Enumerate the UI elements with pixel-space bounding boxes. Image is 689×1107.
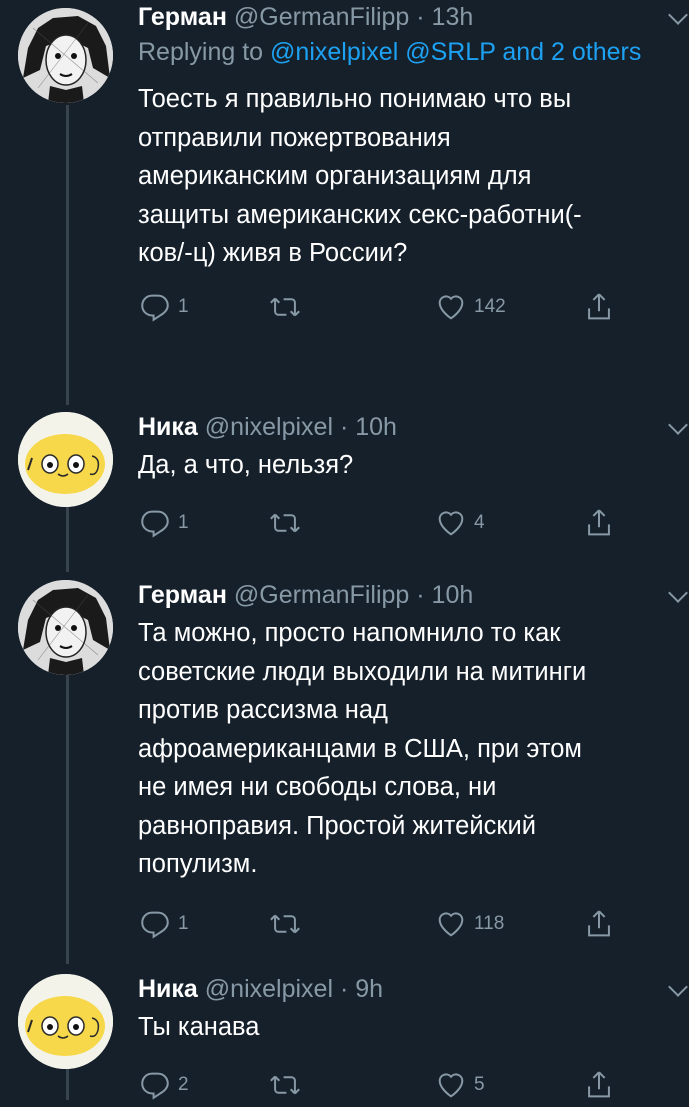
share-button[interactable] bbox=[582, 1067, 616, 1103]
retweet-icon bbox=[270, 297, 300, 316]
user-handle[interactable]: @nixelpixel bbox=[205, 975, 333, 1003]
retweet-icon bbox=[270, 914, 300, 933]
reply-count: 1 bbox=[178, 912, 189, 934]
reply-button[interactable]: 1 bbox=[138, 505, 189, 541]
reply-icon bbox=[141, 911, 169, 939]
heart-icon bbox=[438, 294, 464, 320]
reply-button[interactable]: 2 bbox=[138, 1067, 189, 1103]
tweet-header: Герман @GermanFilipp · 13h bbox=[138, 2, 681, 32]
avatar[interactable] bbox=[18, 412, 113, 507]
avatar[interactable] bbox=[18, 8, 113, 103]
like-button[interactable]: 5 bbox=[434, 1067, 485, 1103]
like-count: 5 bbox=[474, 1073, 485, 1095]
reply-icon bbox=[141, 294, 169, 322]
thread-line bbox=[66, 105, 69, 405]
like-button[interactable]: 118 bbox=[434, 906, 504, 942]
tweet-actions: 1 118 bbox=[138, 906, 681, 946]
tweet-text: Тоесть я правильно понимаю что вы отправ… bbox=[138, 85, 582, 267]
thread-line bbox=[66, 666, 69, 964]
display-name[interactable]: Ника bbox=[138, 413, 198, 441]
share-icon bbox=[588, 293, 610, 319]
like-count: 142 bbox=[474, 295, 506, 317]
user-handle[interactable]: @GermanFilipp bbox=[234, 581, 409, 609]
tweet-header: Ника @nixelpixel · 9h bbox=[138, 974, 681, 1004]
share-icon bbox=[588, 509, 610, 535]
share-button[interactable] bbox=[582, 505, 616, 541]
replying-to-label: Replying to bbox=[138, 38, 271, 66]
retweet-button[interactable] bbox=[268, 505, 302, 541]
display-name[interactable]: Герман bbox=[138, 581, 227, 609]
user-handle[interactable]: @nixelpixel bbox=[205, 413, 333, 441]
share-icon bbox=[588, 910, 610, 936]
heart-icon bbox=[438, 510, 464, 536]
reply-count: 2 bbox=[178, 1073, 189, 1095]
retweet-button[interactable] bbox=[268, 1067, 302, 1103]
like-count: 4 bbox=[474, 511, 485, 533]
retweet-button[interactable] bbox=[268, 906, 302, 942]
retweet-icon bbox=[270, 513, 300, 532]
display-name[interactable]: Ника bbox=[138, 975, 198, 1003]
replying-to-users-link[interactable]: @nixelpixel @SRLP and 2 others bbox=[270, 38, 641, 66]
tweet-actions: 2 5 bbox=[138, 1067, 681, 1107]
reply-button[interactable]: 1 bbox=[138, 289, 189, 325]
heart-icon bbox=[438, 1072, 464, 1098]
avatar[interactable] bbox=[18, 580, 113, 675]
tweet-text: Ты канава bbox=[138, 1013, 260, 1041]
tweet-header: Ника @nixelpixel · 10h bbox=[138, 412, 681, 442]
reply-count: 1 bbox=[178, 295, 189, 317]
user-handle[interactable]: @GermanFilipp bbox=[234, 3, 409, 31]
reply-button[interactable]: 1 bbox=[138, 906, 189, 942]
timestamp[interactable]: · 13h bbox=[416, 3, 473, 31]
tweet-text: Та можно, просто напомнило то как советс… bbox=[138, 619, 587, 878]
like-count: 118 bbox=[474, 912, 505, 934]
reply-icon bbox=[141, 510, 169, 538]
like-button[interactable]: 4 bbox=[434, 505, 485, 541]
share-button[interactable] bbox=[582, 289, 616, 325]
timestamp[interactable]: · 10h bbox=[416, 581, 473, 609]
timestamp[interactable]: · 10h bbox=[340, 413, 397, 441]
share-icon bbox=[588, 1071, 610, 1097]
heart-icon bbox=[438, 911, 464, 937]
retweet-button[interactable] bbox=[268, 289, 302, 325]
share-button[interactable] bbox=[582, 906, 616, 942]
retweet-icon bbox=[270, 1075, 300, 1094]
tweet-header: Герман @GermanFilipp · 10h bbox=[138, 580, 681, 610]
reply-count: 1 bbox=[178, 511, 189, 533]
tweet-text: Да, а что, нельзя? bbox=[138, 451, 354, 479]
tweet-actions: 1 4 bbox=[138, 505, 681, 545]
like-button[interactable]: 142 bbox=[434, 289, 506, 325]
reply-icon bbox=[141, 1072, 169, 1100]
thread-line bbox=[66, 497, 69, 572]
timestamp[interactable]: · 9h bbox=[340, 975, 383, 1003]
avatar[interactable] bbox=[18, 974, 113, 1069]
tweet-actions: 1 142 bbox=[138, 289, 681, 329]
replying-to: Replying to @nixelpixel @SRLP and 2 othe… bbox=[138, 34, 681, 70]
display-name[interactable]: Герман bbox=[138, 3, 227, 31]
